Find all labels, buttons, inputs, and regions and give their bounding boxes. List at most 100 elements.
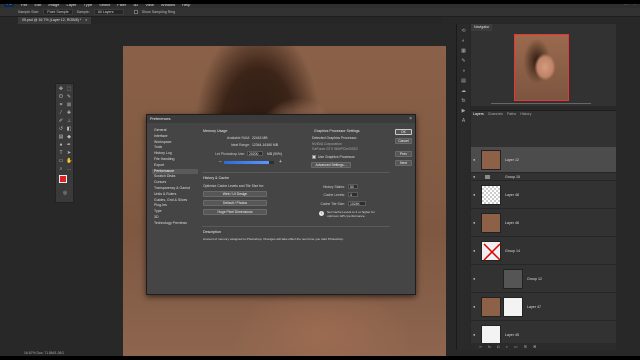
category-workspace[interactable]: Workspace [152,140,198,145]
close-tab-icon[interactable]: × [85,18,87,22]
memory-amount-input[interactable]: 20200 [247,151,263,156]
category-plugins[interactable]: Plug-Ins [152,203,198,208]
crop-tool-icon[interactable]: ⌗ [58,102,64,108]
path-select-tool-icon[interactable]: ➤ [66,150,72,156]
visibility-eye-icon[interactable]: ● [473,220,475,225]
visibility-eye-icon[interactable]: ● [473,192,475,197]
category-interface[interactable]: Interface [152,134,198,139]
category-cursors[interactable]: Cursors [152,180,198,185]
link-icon[interactable]: ∞ [479,343,482,350]
gradient-tool-icon[interactable]: ▤ [58,134,64,140]
memory-increase-button[interactable]: + [279,159,282,165]
libraries-panel-icon[interactable]: ☁ [460,88,467,94]
category-file-handling[interactable]: File Handling [152,157,198,162]
stamp-tool-icon[interactable]: ⊥ [66,118,72,124]
new-layer-icon[interactable]: ⊞ [524,343,527,350]
eyedropper-tool-icon[interactable]: ⁄ [58,110,64,116]
layer-row[interactable]: ● Group 12 [471,265,616,293]
swatches-panel-icon[interactable]: ▦ [460,48,467,54]
visibility-eye-icon[interactable]: ● [473,276,475,281]
category-3d[interactable]: 3D [152,215,198,220]
memory-decrease-button[interactable]: − [219,159,222,165]
layer-row[interactable]: ● Group 14 [471,237,616,265]
layer-row[interactable]: ● Layer 47 [471,293,616,321]
use-gpu-checkbox[interactable] [312,155,316,159]
prev-button[interactable]: Prev [395,151,412,157]
lasso-tool-icon[interactable]: ʘ [58,94,64,100]
adjustments-panel-icon[interactable]: ◑ [460,68,467,74]
navigator-thumbnail[interactable] [514,34,569,101]
mask-icon[interactable]: ◘ [497,343,499,350]
tab-layers[interactable]: Layers [473,111,484,118]
category-general[interactable]: General [152,128,198,133]
quick-mask-icon[interactable]: ◎ [62,190,68,196]
history-panel-icon[interactable]: ⟲ [460,28,467,34]
dodge-tool-icon[interactable]: ● [58,142,64,148]
properties-panel-icon[interactable]: ▤ [460,78,467,84]
huge-pixel-dimensions-button[interactable]: Huge Pixel Dimensions [203,209,267,215]
layer-row[interactable]: ● Layer 48 [471,181,616,209]
brush-panel-icon[interactable]: ✎ [460,58,467,64]
category-units-rulers[interactable]: Units & Rulers [152,192,198,197]
zoom-tool-icon[interactable]: ⌕ [58,166,64,172]
category-scratch-disks[interactable]: Scratch Disks [152,174,198,179]
layer-row[interactable]: ● Layer 12 [471,147,616,173]
tab-channels[interactable]: Channels [488,111,503,118]
web-ui-design-button[interactable]: Web / UI Design [203,191,267,197]
brush-tool-icon[interactable]: ✐ [58,118,64,124]
frame-tool-icon[interactable]: ⊠ [66,102,72,108]
layer-row[interactable]: ● Group 15 [471,173,616,181]
foreground-color-swatch[interactable] [59,175,67,183]
marquee-tool-icon[interactable]: ⬚ [66,86,72,92]
blur-tool-icon[interactable]: ◆ [66,134,72,140]
visibility-eye-icon[interactable]: ● [473,174,475,179]
dialog-close-icon[interactable]: × [409,115,412,123]
type-tool-icon[interactable]: T [58,150,64,156]
shape-tool-icon[interactable]: ▭ [58,158,64,164]
eraser-tool-icon[interactable]: ◧ [66,126,72,132]
category-type[interactable]: Type [152,209,198,214]
category-history-log[interactable]: History Log [152,151,198,156]
tab-paths[interactable]: Paths [507,111,516,118]
navigator-zoom-slider[interactable] [491,103,591,104]
healing-tool-icon[interactable]: ✚ [66,110,72,116]
color-panel-icon[interactable]: ◐ [460,38,467,44]
category-technology-previews[interactable]: Technology Previews [152,221,198,226]
default-photos-button[interactable]: Default / Photos [203,200,267,206]
visibility-eye-icon[interactable]: ● [473,332,475,337]
actions-panel-icon[interactable]: ▶ [460,108,467,114]
advanced-settings-button[interactable]: Advanced Settings... [311,162,351,168]
category-transparency[interactable]: Transparency & Gamut [152,186,198,191]
styles-panel-icon[interactable]: fx [460,98,467,104]
visibility-eye-icon[interactable]: ● [473,304,475,309]
pen-tool-icon[interactable]: ✒ [66,142,72,148]
category-tools[interactable]: Tools [152,145,198,150]
folder-icon[interactable]: ▭ [514,343,518,350]
document-tab[interactable]: 05.psd @ 16.7% (Layer 12, RGB/8) * × [18,17,92,24]
sample-size-select[interactable]: Point Sample [43,9,73,15]
sampling-ring-checkbox[interactable] [133,10,138,14]
cache-levels-input[interactable]: 4 [348,192,358,197]
visibility-eye-icon[interactable]: ● [473,157,475,162]
trash-icon[interactable]: ✖ [533,343,536,350]
quick-select-tool-icon[interactable]: ✎ [66,94,72,100]
memory-usage-slider[interactable] [224,161,274,164]
visibility-eye-icon[interactable]: ● [473,248,475,253]
layer-row[interactable]: ● Layer 46 [471,209,616,237]
adjustment-icon[interactable]: ◑ [505,343,507,350]
cache-tile-size-select[interactable]: 1024K [348,201,366,206]
move-tool-icon[interactable]: ✥ [58,86,64,92]
sample-select[interactable]: All Layers [93,9,124,15]
tab-history[interactable]: History [520,111,531,118]
more-tools-icon[interactable]: … [66,166,72,172]
hand-tool-icon[interactable]: ✋ [66,158,72,164]
category-guides-grid[interactable]: Guides, Grid & Slices [152,198,198,203]
next-button[interactable]: Next [395,160,412,166]
history-states-input[interactable]: 50 [348,184,358,189]
fx-icon[interactable]: fx [488,343,491,350]
category-export[interactable]: Export [152,163,198,168]
character-panel-icon[interactable]: A [460,118,467,124]
cancel-button[interactable]: Cancel [395,138,412,144]
ok-button[interactable]: OK [395,129,412,135]
history-brush-tool-icon[interactable]: ↺ [58,126,64,132]
